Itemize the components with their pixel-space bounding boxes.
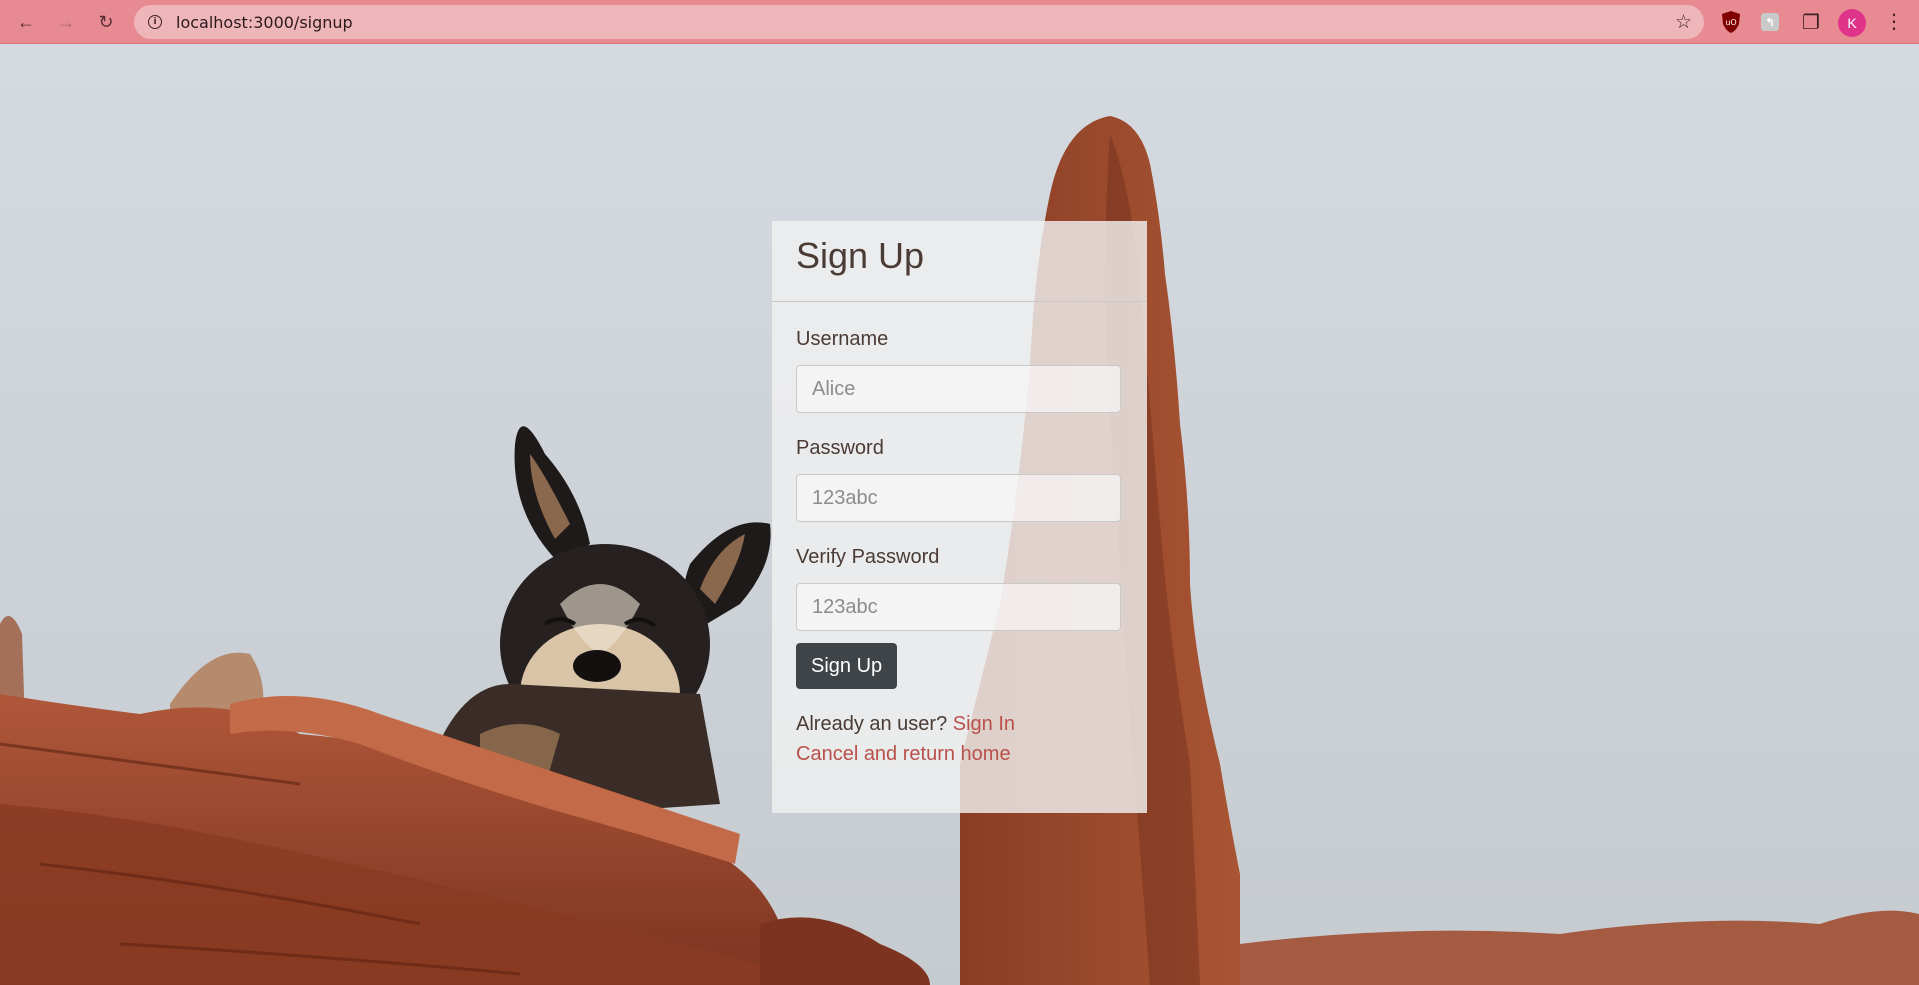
kebab-menu-icon[interactable]: ⋮ [1884, 9, 1904, 33]
address-bar[interactable]: i localhost:3000/signup ☆ [134, 5, 1704, 39]
verify-password-input[interactable] [796, 583, 1121, 631]
password-input[interactable] [796, 474, 1121, 522]
back-arrow-icon[interactable]: ← [13, 9, 39, 35]
puzzle-icon[interactable]: ❐ [1799, 10, 1823, 34]
username-label: Username [796, 328, 889, 350]
ublock-extension-icon[interactable]: uO [1719, 10, 1743, 34]
username-input[interactable] [796, 365, 1121, 413]
card-header: Sign Up [772, 221, 1147, 302]
sign-in-line: Already an user? Sign In [796, 709, 1123, 739]
profile-avatar[interactable]: K [1838, 9, 1866, 37]
cancel-line: Cancel and return home [796, 739, 1123, 769]
svg-text:uO: uO [1725, 18, 1736, 27]
sign-in-link[interactable]: Sign In [953, 713, 1015, 735]
reload-icon[interactable]: ↻ [93, 9, 119, 35]
sign-up-button[interactable]: Sign Up [796, 643, 898, 689]
password-label: Password [796, 437, 884, 459]
site-info-icon[interactable]: i [148, 15, 162, 29]
signup-card: Sign Up Username Password Verify Passwor… [772, 221, 1147, 813]
extension-icon[interactable]: ↰ [1761, 13, 1779, 31]
page-viewport: Sign Up Username Password Verify Passwor… [0, 44, 1919, 985]
verify-password-label: Verify Password [796, 546, 940, 568]
already-user-text: Already an user? [796, 713, 948, 735]
browser-toolbar: ← → ↻ i localhost:3000/signup ☆ uO ↰ ❐ K… [0, 0, 1919, 44]
address-url[interactable]: localhost:3000/signup [176, 13, 353, 32]
cancel-return-home-link[interactable]: Cancel and return home [796, 743, 1011, 765]
auth-links: Already an user? Sign In Cancel and retu… [796, 709, 1123, 769]
signup-form: Username Password Verify Password Sign U… [772, 302, 1147, 769]
forward-arrow-icon[interactable]: → [53, 9, 79, 35]
page-title: Sign Up [796, 235, 925, 276]
bookmark-star-icon[interactable]: ☆ [1675, 11, 1692, 33]
